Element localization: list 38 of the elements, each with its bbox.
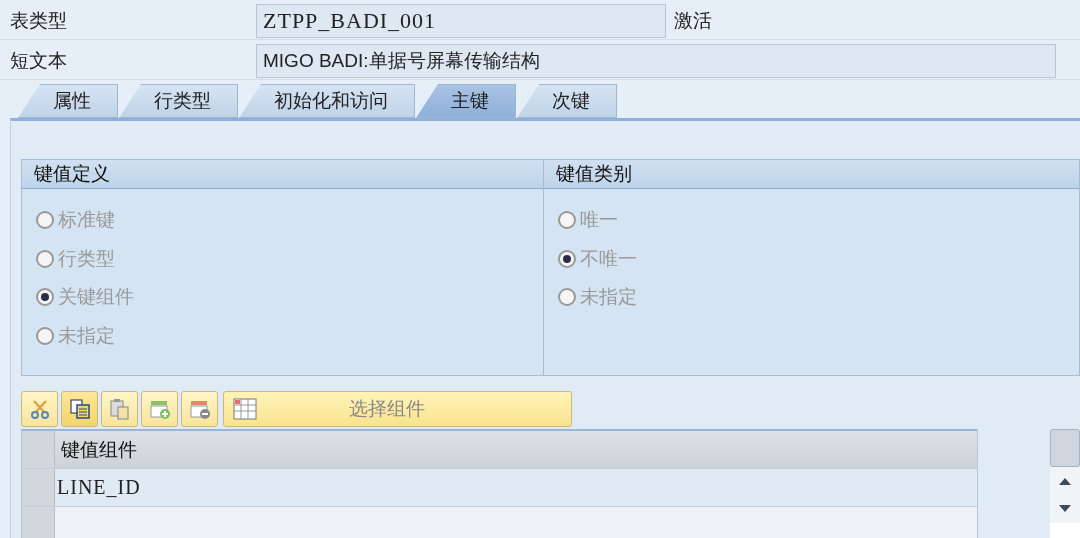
scrollbar[interactable]: [1050, 429, 1080, 538]
text-field[interactable]: MIGO BADI:单据号屏幕传输结构: [256, 43, 1056, 78]
column-header[interactable]: 键值组件: [55, 431, 978, 468]
tab[interactable]: 主键: [416, 84, 516, 118]
insert-button[interactable]: [141, 391, 178, 427]
radio-label: 未指定: [58, 323, 115, 348]
paste-icon: [108, 398, 131, 420]
scroll-up-icon[interactable]: [1059, 477, 1072, 485]
radio-label: 行类型: [58, 246, 115, 271]
tab[interactable]: 初始化和访问: [239, 84, 415, 118]
table-cell[interactable]: LINE_ID: [55, 469, 978, 506]
copy-icon: [68, 398, 91, 420]
tab[interactable]: 次键: [517, 84, 617, 118]
group-title: 键值类别: [544, 160, 1079, 189]
paste-button[interactable]: [101, 391, 138, 427]
row-selector[interactable]: [22, 469, 55, 506]
tab[interactable]: 行类型: [119, 84, 238, 118]
delete-button[interactable]: [181, 391, 218, 427]
delete-row-icon: [188, 398, 211, 420]
text-field[interactable]: ZTPP_BADI_001: [256, 3, 666, 38]
table-cell[interactable]: [55, 507, 978, 538]
radio-label: 标准键: [58, 208, 115, 233]
scissors-icon: [28, 398, 51, 420]
table-select-icon: [232, 397, 260, 421]
group-title: 键值定义: [22, 160, 543, 189]
cut-button[interactable]: [21, 391, 58, 427]
row-selector[interactable]: [22, 507, 55, 538]
radio-label: 不唯一: [580, 246, 637, 271]
copy-button[interactable]: [61, 391, 98, 427]
scroll-down-icon[interactable]: [1059, 505, 1072, 513]
field-label: 表类型: [9, 8, 68, 33]
status-text: 激活: [674, 8, 712, 33]
insert-row-icon: [148, 398, 171, 420]
field-label: 短文本: [9, 48, 68, 73]
radio-label: 未指定: [580, 285, 637, 310]
radio-label: 关键组件: [58, 285, 134, 310]
tab[interactable]: 属性: [18, 84, 118, 118]
radio-label: 唯一: [580, 208, 618, 233]
